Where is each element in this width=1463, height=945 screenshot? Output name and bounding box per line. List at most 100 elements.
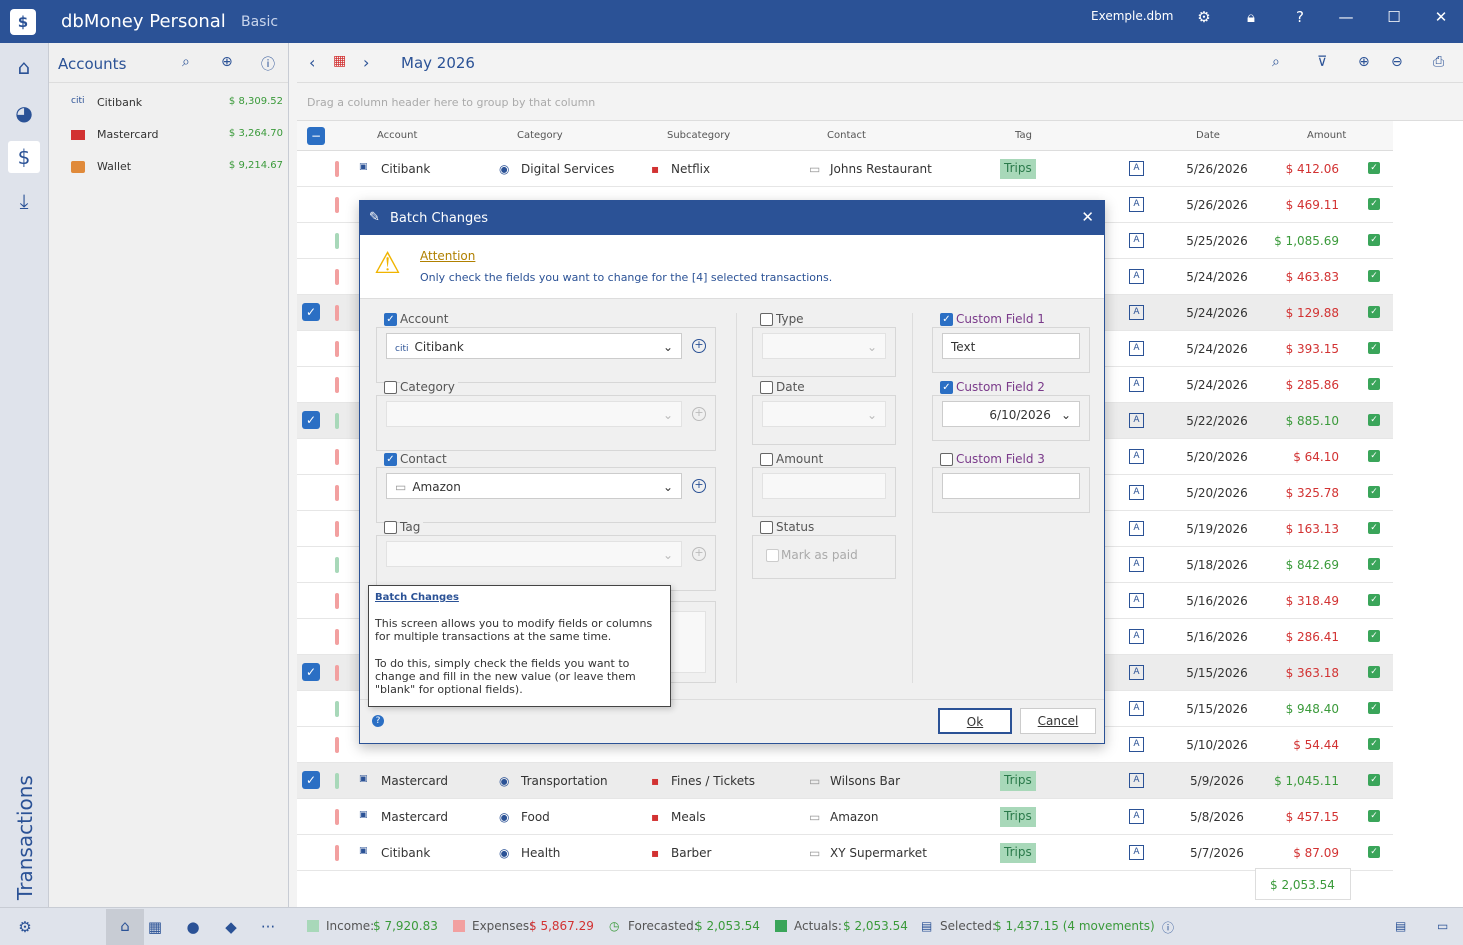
attachment-icon[interactable]: A	[1129, 773, 1144, 788]
import-icon[interactable]: ⤓	[8, 185, 40, 217]
search-icon[interactable]: ⌕	[182, 54, 190, 70]
attachment-icon[interactable]: A	[1129, 161, 1144, 176]
contact-select[interactable]: ▭ Amazon ⌄	[386, 473, 682, 499]
attachment-icon[interactable]: A	[1129, 845, 1144, 860]
paid-check-icon[interactable]: ✓	[1368, 522, 1380, 534]
type-select[interactable]: ⌄	[762, 333, 886, 359]
transactions-icon[interactable]: $	[8, 141, 40, 173]
category-checkbox[interactable]	[384, 381, 397, 394]
paid-check-icon[interactable]: ✓	[1368, 234, 1380, 246]
custom-field-2-date[interactable]: 6/10/2026 ⌄	[942, 401, 1080, 427]
search-icon[interactable]: ⌕	[1272, 54, 1280, 70]
row-checkbox[interactable]: ✓	[302, 663, 320, 681]
dialog-close-button[interactable]: ✕	[1081, 208, 1094, 226]
attachment-icon[interactable]: A	[1129, 521, 1144, 536]
paid-check-icon[interactable]: ✓	[1368, 162, 1380, 174]
add-transaction-icon[interactable]: ⊕	[1358, 54, 1370, 70]
attachment-icon[interactable]: A	[1129, 665, 1144, 680]
more-icon[interactable]: ···	[258, 918, 278, 936]
add-account-icon[interactable]: ⊕	[221, 54, 233, 70]
attachment-icon[interactable]: A	[1129, 341, 1144, 356]
attachment-icon[interactable]: A	[1129, 233, 1144, 248]
row-checkbox[interactable]	[302, 627, 320, 645]
panel-toggle-icon[interactable]: ▭	[1437, 919, 1448, 933]
mark-paid-checkbox[interactable]	[766, 549, 779, 562]
row-checkbox[interactable]	[302, 555, 320, 573]
row-checkbox[interactable]	[302, 447, 320, 465]
database-settings-icon[interactable]: ⚙	[1194, 8, 1214, 26]
paid-check-icon[interactable]: ✓	[1368, 666, 1380, 678]
paid-check-icon[interactable]: ✓	[1368, 270, 1380, 282]
paid-check-icon[interactable]: ✓	[1368, 342, 1380, 354]
date-checkbox[interactable]	[760, 381, 773, 394]
date-picker[interactable]: ⌄	[762, 401, 886, 427]
account-item[interactable]: Mastercard $ 3,264.70	[49, 124, 289, 146]
status-help-icon[interactable]: ⓘ	[1162, 919, 1174, 936]
paid-check-icon[interactable]: ✓	[1368, 774, 1380, 786]
settings-gear-icon[interactable]: ⚙	[15, 918, 35, 936]
row-checkbox[interactable]: ✓	[302, 771, 320, 789]
tag-checkbox[interactable]	[384, 521, 397, 534]
column-category[interactable]: Category	[517, 130, 563, 141]
paid-check-icon[interactable]: ✓	[1368, 630, 1380, 642]
column-account[interactable]: Account	[377, 130, 417, 141]
filter-icon[interactable]: ⊽	[1317, 54, 1327, 70]
account-checkbox[interactable]: ✓	[384, 313, 397, 326]
column-amount[interactable]: Amount	[1307, 130, 1346, 141]
attachment-icon[interactable]: A	[1129, 701, 1144, 716]
attachment-icon[interactable]: A	[1129, 557, 1144, 572]
row-checkbox[interactable]	[302, 483, 320, 501]
attachment-icon[interactable]: A	[1129, 449, 1144, 464]
attachment-icon[interactable]: A	[1129, 413, 1144, 428]
status-checkbox[interactable]	[760, 521, 773, 534]
custom-field-1-input[interactable]: Text	[942, 333, 1080, 359]
attachment-icon[interactable]: A	[1129, 197, 1144, 212]
amount-input[interactable]	[762, 473, 886, 499]
add-account-button[interactable]: +	[692, 339, 706, 353]
minimize-button[interactable]: —	[1336, 8, 1356, 26]
amount-checkbox[interactable]	[760, 453, 773, 466]
row-checkbox[interactable]	[302, 735, 320, 753]
row-checkbox[interactable]	[302, 195, 320, 213]
custom-field-2-checkbox[interactable]: ✓	[940, 381, 953, 394]
column-subcategory[interactable]: Subcategory	[667, 130, 730, 141]
attachment-icon[interactable]: A	[1129, 377, 1144, 392]
paid-check-icon[interactable]: ✓	[1368, 810, 1380, 822]
paid-check-icon[interactable]: ✓	[1368, 198, 1380, 210]
row-checkbox[interactable]	[302, 699, 320, 717]
ok-button[interactable]: Ok	[938, 708, 1012, 734]
custom-field-3-input[interactable]	[942, 473, 1080, 499]
paid-check-icon[interactable]: ✓	[1368, 486, 1380, 498]
table-row[interactable]: ▣ Citibank ◉ Digital Services ▪ Netflix ▭ Johns…	[297, 151, 1393, 187]
tag-select[interactable]: ⌄	[386, 541, 682, 567]
reports-chart-icon[interactable]: ◕	[8, 97, 40, 129]
maximize-button[interactable]: ☐	[1384, 8, 1404, 26]
column-tag[interactable]: Tag	[1015, 130, 1032, 141]
table-row[interactable]: ▣ Citibank ◉ Health ▪ Barber ▭ XY Supermarket Tr…	[297, 835, 1393, 871]
row-checkbox[interactable]	[302, 843, 320, 861]
cancel-button[interactable]: Cancel	[1020, 708, 1096, 734]
custom-field-1-checkbox[interactable]: ✓	[940, 313, 953, 326]
table-row[interactable]: ✓ ▣ Mastercard ◉ Transportation ▪ Fines / Tick…	[297, 763, 1393, 799]
help-icon[interactable]: ⓘ	[261, 54, 275, 74]
paid-check-icon[interactable]: ✓	[1368, 414, 1380, 426]
lock-icon[interactable]: 🔒︎	[1241, 8, 1261, 26]
group-by-hint[interactable]: Drag a column header here to group by th…	[297, 83, 1463, 121]
dialog-help-icon[interactable]: ?	[372, 715, 384, 727]
select-all-checkbox[interactable]: −	[307, 127, 325, 145]
row-checkbox[interactable]: ✓	[302, 303, 320, 321]
row-checkbox[interactable]: ✓	[302, 411, 320, 429]
add-tag-button[interactable]: +	[692, 547, 706, 561]
paid-check-icon[interactable]: ✓	[1368, 450, 1380, 462]
row-checkbox[interactable]	[302, 591, 320, 609]
row-checkbox[interactable]	[302, 231, 320, 249]
category-select[interactable]: ⌄	[386, 401, 682, 427]
row-checkbox[interactable]	[302, 159, 320, 177]
calendar-icon[interactable]: ▦	[333, 53, 346, 69]
attachment-icon[interactable]: A	[1129, 737, 1144, 752]
file-name[interactable]: Exemple.dbm	[1091, 9, 1173, 23]
type-checkbox[interactable]	[760, 313, 773, 326]
row-checkbox[interactable]	[302, 519, 320, 537]
help-icon[interactable]: ?	[1290, 8, 1310, 26]
custom-field-3-checkbox[interactable]	[940, 453, 953, 466]
